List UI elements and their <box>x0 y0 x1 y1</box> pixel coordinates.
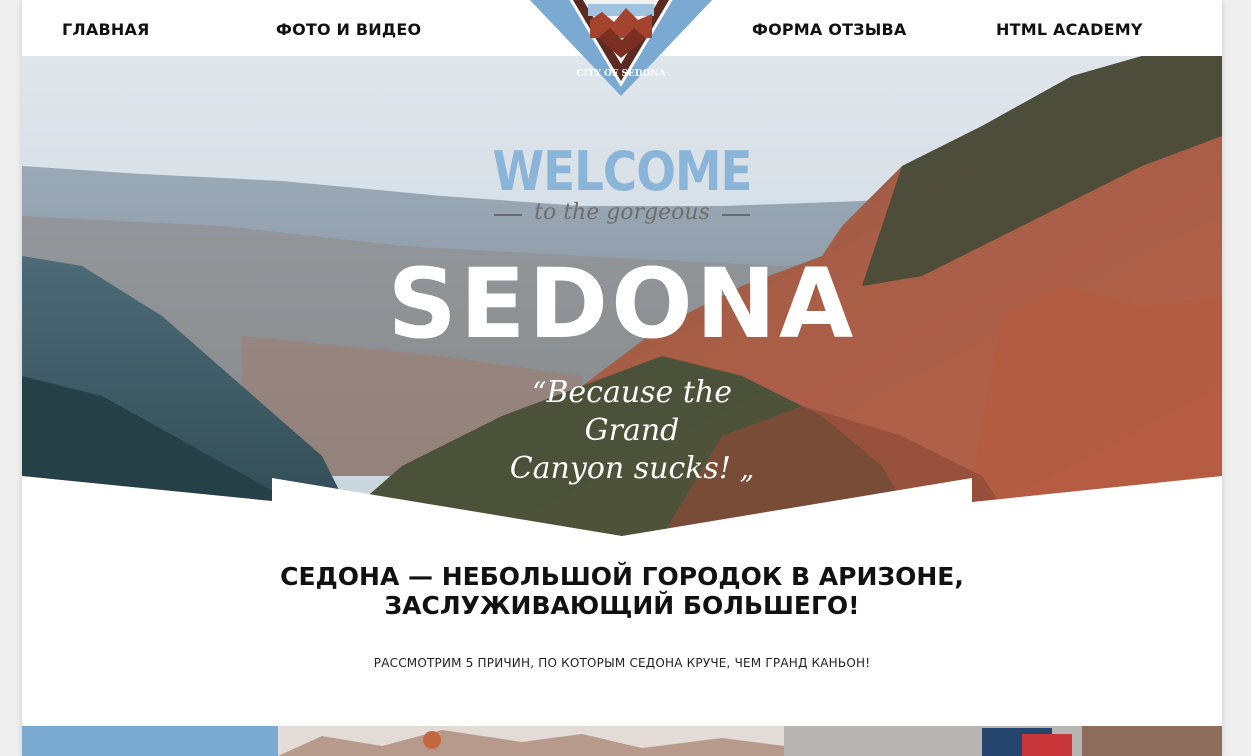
hero-banner: WELCOME to the gorgeous SEDONA “Because … <box>22 56 1222 536</box>
nav-item-home[interactable]: ГЛАВНАЯ <box>62 20 150 39</box>
hero-quote-line-1: Because the Grand <box>546 375 732 448</box>
city-logo[interactable]: CITY OF SEDONA <box>528 0 714 96</box>
nav-item-photo-video[interactable]: ФОТО И ВИДЕО <box>276 20 421 39</box>
hero-tagline-row: to the gorgeous <box>494 200 750 230</box>
open-quote-mark: “ <box>532 376 547 409</box>
tagline-dash-right <box>722 214 750 216</box>
hero-tagline: to the gorgeous <box>534 200 710 225</box>
hero-quote-line-2: Canyon sucks! <box>509 451 731 486</box>
hero-welcome-text: WELCOME <box>492 140 752 204</box>
hero-title: SEDONA <box>387 248 857 360</box>
hero-quote: “Because the Grand Canyon sucks! „ <box>482 374 782 488</box>
page-headline: СЕДОНА — НЕБОЛЬШОЙ ГОРОДОК В АРИЗОНЕ, ЗА… <box>22 562 1222 620</box>
page: ГЛАВНАЯ ФОТО И ВИДЕО ФОРМА ОТЗЫВА HTML A… <box>22 0 1222 756</box>
close-quote-mark: „ <box>730 452 755 485</box>
nav-item-html-academy[interactable]: HTML ACADEMY <box>996 20 1143 39</box>
headline-line-2: ЗАСЛУЖИВАЮЩИЙ БОЛЬШЕГО! <box>384 591 860 620</box>
logo-text: CITY OF SEDONA <box>576 69 666 79</box>
headline-line-1: СЕДОНА — НЕБОЛЬШОЙ ГОРОДОК В АРИЗОНЕ, <box>280 562 964 591</box>
photo-strip <box>22 726 1222 756</box>
page-subtitle: РАССМОТРИМ 5 ПРИЧИН, ПО КОТОРЫМ СЕДОНА К… <box>373 656 871 670</box>
nav-item-feedback-form[interactable]: ФОРМА ОТЗЫВА <box>752 20 907 39</box>
